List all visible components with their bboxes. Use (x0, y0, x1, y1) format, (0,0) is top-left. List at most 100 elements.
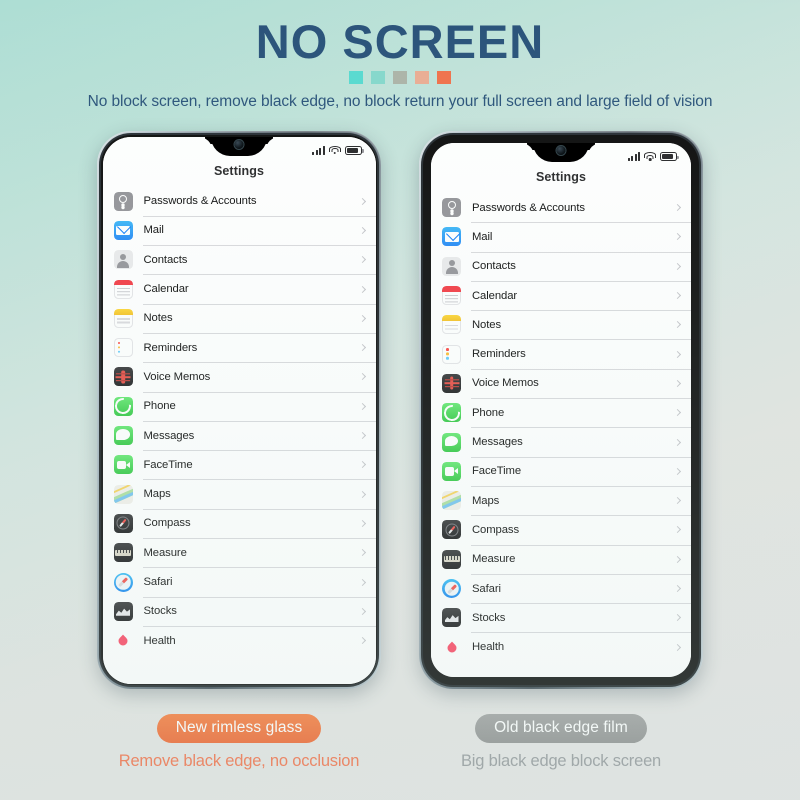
chevron-right-icon (673, 555, 682, 563)
chevron-right-icon (673, 438, 682, 446)
settings-row-passwords-accounts[interactable]: Passwords & Accounts (431, 193, 691, 222)
settings-row-label: Compass (472, 523, 520, 536)
settings-list-right[interactable]: Passwords & Accounts Mail Contacts Calendar… (431, 193, 691, 677)
phone-icon (113, 396, 133, 416)
phone-bezel-black-edge: Settings Passwords & Accounts Mail Contact… (423, 135, 699, 685)
chevron-right-icon (358, 431, 366, 440)
chevron-right-icon (358, 285, 366, 293)
settings-row-health[interactable]: Health (103, 625, 376, 655)
settings-row-label: Contacts (143, 253, 188, 266)
settings-row-passwords-accounts[interactable]: Passwords & Accounts (103, 187, 376, 216)
maps-icon (442, 491, 461, 511)
settings-row-label: Compass (143, 517, 191, 530)
settings-row-safari[interactable]: Safari (431, 573, 691, 603)
settings-row-reminders[interactable]: Reminders (431, 339, 691, 368)
chevron-right-icon (673, 321, 682, 329)
measure-icon (442, 549, 461, 569)
settings-list-left[interactable]: Passwords & Accounts Mail Contacts Calendar… (103, 187, 376, 684)
settings-row-voice-memos[interactable]: Voice Memos (103, 362, 376, 391)
caption-left: New rimless glass Remove black edge, no … (97, 714, 381, 771)
facetime-icon (113, 455, 133, 475)
settings-row-stocks[interactable]: Stocks (431, 603, 691, 632)
settings-row-mail[interactable]: Mail (103, 215, 376, 245)
settings-row-compass[interactable]: Compass (103, 508, 376, 538)
color-swatch-3 (393, 71, 407, 84)
chevron-right-icon (673, 614, 682, 622)
settings-row-measure[interactable]: Measure (431, 544, 691, 574)
settings-row-phone[interactable]: Phone (103, 391, 376, 421)
settings-row-label: Passwords & Accounts (143, 195, 257, 208)
voice-memos-icon (442, 373, 461, 393)
settings-row-label: Voice Memos (472, 377, 539, 390)
signal-bars-icon (627, 152, 640, 161)
battery-icon (344, 145, 364, 155)
settings-row-label: Notes (143, 312, 173, 325)
settings-row-maps[interactable]: Maps (103, 479, 376, 508)
front-camera-icon (556, 146, 566, 155)
settings-row-health[interactable]: Health (431, 632, 691, 661)
battery-icon (660, 152, 679, 161)
compass-icon (442, 520, 461, 540)
settings-row-stocks[interactable]: Stocks (103, 596, 376, 626)
settings-row-facetime[interactable]: FaceTime (431, 456, 691, 486)
settings-row-notes[interactable]: Notes (103, 303, 376, 333)
settings-row-calendar[interactable]: Calendar (431, 280, 691, 310)
settings-row-reminders[interactable]: Reminders (103, 332, 376, 362)
settings-row-label: Health (472, 641, 505, 654)
settings-row-mail[interactable]: Mail (431, 222, 691, 251)
settings-row-compass[interactable]: Compass (431, 515, 691, 544)
front-camera-icon (234, 139, 244, 149)
settings-row-calendar[interactable]: Calendar (103, 274, 376, 303)
color-swatch-5 (437, 71, 451, 84)
health-icon (442, 637, 461, 657)
settings-row-voice-memos[interactable]: Voice Memos (431, 368, 691, 398)
settings-row-label: Phone (472, 406, 505, 419)
settings-row-label: Calendar (472, 289, 518, 302)
settings-row-label: Notes (472, 318, 502, 331)
ios-settings-app-left: Settings Passwords & Accounts Mail Contact… (102, 136, 376, 684)
settings-row-label: Calendar (143, 283, 189, 296)
settings-row-label: Maps (143, 488, 171, 501)
compass-icon (113, 513, 133, 533)
settings-row-label: FaceTime (143, 458, 193, 471)
notes-icon (442, 315, 461, 335)
settings-row-maps[interactable]: Maps (431, 485, 691, 515)
color-swatch-1 (349, 71, 363, 84)
contacts-icon (113, 250, 133, 270)
settings-row-messages[interactable]: Messages (103, 420, 376, 450)
mail-icon (442, 227, 461, 247)
settings-row-label: Mail (472, 230, 493, 243)
chevron-right-icon (673, 497, 682, 505)
phone-bezel-rimless: Settings Passwords & Accounts Mail Contact… (101, 135, 377, 685)
settings-row-notes[interactable]: Notes (431, 310, 691, 339)
settings-row-messages[interactable]: Messages (431, 427, 691, 456)
settings-row-contacts[interactable]: Contacts (431, 251, 691, 281)
chevron-right-icon (673, 291, 682, 300)
settings-row-label: Mail (143, 224, 164, 237)
settings-row-facetime[interactable]: FaceTime (103, 450, 376, 479)
facetime-icon (442, 461, 461, 481)
chevron-right-icon (673, 204, 682, 212)
settings-row-safari[interactable]: Safari (103, 567, 376, 596)
settings-row-contacts[interactable]: Contacts (103, 245, 376, 274)
ios-settings-app-right: Settings Passwords & Accounts Mail Contact… (431, 143, 691, 677)
settings-row-label: Passwords & Accounts (472, 201, 585, 214)
page-title: NO SCREEN (255, 15, 545, 68)
maps-icon (113, 484, 133, 504)
chevron-right-icon (673, 584, 682, 593)
chevron-right-icon (358, 314, 366, 322)
chevron-right-icon (358, 344, 366, 352)
caption-text-left: Remove black edge, no occlusion (118, 752, 360, 770)
chevron-right-icon (358, 490, 366, 498)
settings-row-label: Safari (143, 576, 173, 588)
voice-memos-icon (113, 367, 133, 387)
contacts-icon (442, 256, 461, 276)
messages-icon (442, 432, 461, 452)
settings-row-phone[interactable]: Phone (431, 398, 691, 427)
phone-screen-black-edge: Settings Passwords & Accounts Mail Contact… (431, 143, 691, 677)
wifi-icon (328, 145, 341, 155)
settings-row-measure[interactable]: Measure (103, 538, 376, 567)
settings-row-label: Reminders (143, 341, 198, 354)
nav-title-left: Settings (213, 163, 265, 178)
signal-bars-icon (312, 145, 325, 155)
